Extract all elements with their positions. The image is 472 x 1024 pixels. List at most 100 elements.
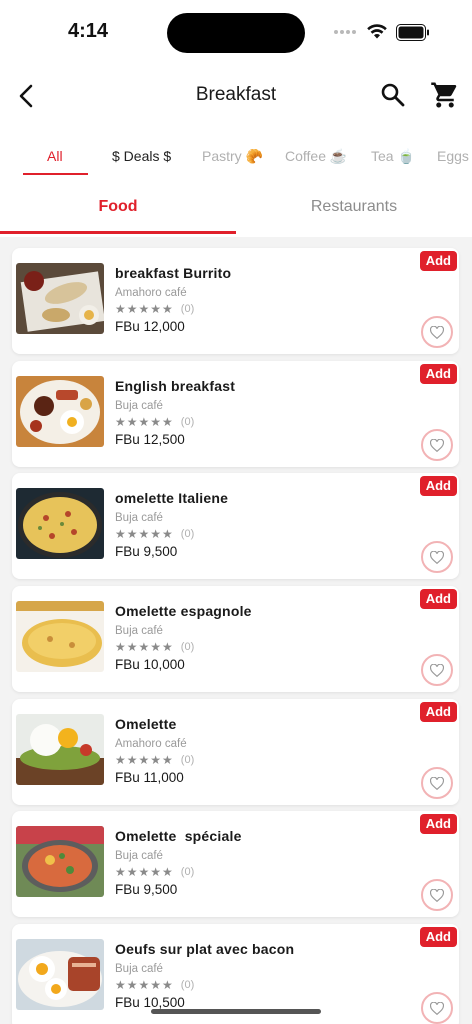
category-eggs[interactable]: Eggs (437, 148, 469, 164)
food-name: omelette Italiene (115, 490, 229, 506)
restaurant-name: Amahoro café (115, 287, 187, 299)
food-price: FBu 12,500 (115, 432, 185, 447)
rating: ★★★★★ (0) (115, 415, 194, 429)
category-filter-bar: All $ Deals $ Pastry 🥐 Coffee ☕ Tea 🍵 Eg… (0, 136, 472, 178)
food-card[interactable]: Omelette espagnole Buja café ★★★★★ (0) FB… (12, 586, 459, 692)
category-active-indicator (23, 173, 88, 175)
food-name: Omelette spéciale (115, 828, 242, 844)
rating-count: (0) (180, 866, 195, 878)
tab-food[interactable]: Food (0, 198, 236, 216)
food-name: breakfast Burrito (115, 265, 232, 281)
star-rating-icon: ★★★★★ (115, 640, 174, 654)
food-card[interactable]: breakfast Burrito Amahoro café ★★★★★ (0) … (12, 248, 459, 354)
star-rating-icon: ★★★★★ (115, 865, 174, 879)
heart-icon (430, 776, 444, 790)
heart-icon (430, 1001, 444, 1015)
rating-count: (0) (180, 528, 195, 540)
battery-icon (396, 24, 429, 41)
restaurant-name: Buja café (115, 512, 163, 524)
food-image (16, 939, 104, 1010)
restaurant-name: Buja café (115, 850, 163, 862)
restaurant-name: Amahoro café (115, 738, 187, 750)
food-card[interactable]: Omelette spéciale Buja café ★★★★★ (0) FBu… (12, 811, 459, 917)
star-rating-icon: ★★★★★ (115, 978, 174, 992)
category-all[interactable]: All (47, 148, 63, 164)
rating: ★★★★★ (0) (115, 753, 194, 767)
rating-count: (0) (180, 641, 195, 653)
restaurant-name: Buja café (115, 625, 163, 637)
favorite-button[interactable] (421, 879, 453, 911)
status-time: 4:14 (68, 20, 109, 42)
rating-count: (0) (180, 303, 195, 315)
favorite-button[interactable] (421, 429, 453, 461)
home-indicator[interactable] (151, 1009, 321, 1014)
favorite-button[interactable] (421, 316, 453, 348)
heart-icon (430, 438, 444, 452)
star-rating-icon: ★★★★★ (115, 527, 174, 541)
rating: ★★★★★ (0) (115, 302, 194, 316)
add-button[interactable]: Add (419, 814, 457, 834)
food-image (16, 488, 104, 559)
content-tabs: Food Restaurants (0, 184, 472, 236)
rating-count: (0) (180, 416, 195, 428)
food-price: FBu 9,500 (115, 544, 178, 559)
add-button[interactable]: Add (419, 702, 457, 722)
food-image (16, 601, 104, 672)
food-name: Omelette espagnole (115, 603, 252, 619)
dynamic-island (167, 13, 305, 53)
star-rating-icon: ★★★★★ (115, 415, 174, 429)
tab-restaurants[interactable]: Restaurants (236, 198, 472, 216)
cellular-signal-icon (334, 30, 356, 34)
food-image (16, 263, 104, 334)
add-button[interactable]: Add (419, 589, 457, 609)
add-button[interactable]: Add (419, 476, 457, 496)
category-pastry[interactable]: Pastry 🥐 (202, 148, 263, 165)
heart-icon (430, 888, 444, 902)
cart-button[interactable] (430, 80, 460, 110)
food-card[interactable]: English breakfast Buja café ★★★★★ (0) FBu… (12, 361, 459, 467)
food-price: FBu 12,000 (115, 319, 185, 334)
food-price: FBu 10,500 (115, 995, 185, 1010)
rating-count: (0) (180, 754, 195, 766)
food-name: Oeufs sur plat avec bacon (115, 941, 295, 957)
food-name: English breakfast (115, 378, 236, 394)
add-button[interactable]: Add (419, 927, 457, 947)
star-rating-icon: ★★★★★ (115, 753, 174, 767)
app-header: Breakfast (0, 62, 472, 130)
rating: ★★★★★ (0) (115, 865, 194, 879)
category-tea[interactable]: Tea 🍵 (371, 148, 415, 165)
heart-icon (430, 663, 444, 677)
rating: ★★★★★ (0) (115, 640, 194, 654)
restaurant-name: Buja café (115, 400, 163, 412)
category-deals[interactable]: $ Deals $ (112, 148, 171, 164)
food-card[interactable]: Omelette Amahoro café ★★★★★ (0) FBu 11,00… (12, 699, 459, 805)
restaurant-name: Buja café (115, 963, 163, 975)
category-coffee[interactable]: Coffee ☕ (285, 148, 347, 165)
food-name: Omelette (115, 716, 177, 732)
favorite-button[interactable] (421, 541, 453, 573)
food-card[interactable]: omelette Italiene Buja café ★★★★★ (0) FBu… (12, 473, 459, 579)
star-rating-icon: ★★★★★ (115, 302, 174, 316)
search-icon (381, 83, 405, 107)
food-image (16, 714, 104, 785)
food-image (16, 826, 104, 897)
heart-icon (430, 550, 444, 564)
favorite-button[interactable] (421, 992, 453, 1024)
rating: ★★★★★ (0) (115, 527, 194, 541)
rating-count: (0) (180, 979, 195, 991)
food-image (16, 376, 104, 447)
cart-icon (431, 82, 457, 108)
wifi-icon (367, 24, 387, 39)
heart-icon (430, 325, 444, 339)
tab-active-indicator (0, 231, 236, 234)
favorite-button[interactable] (421, 654, 453, 686)
rating: ★★★★★ (0) (115, 978, 194, 992)
status-bar: 4:14 (0, 0, 472, 62)
food-price: FBu 10,000 (115, 657, 185, 672)
food-price: FBu 9,500 (115, 882, 178, 897)
add-button[interactable]: Add (419, 364, 457, 384)
search-button[interactable] (379, 81, 407, 109)
add-button[interactable]: Add (419, 251, 457, 271)
food-price: FBu 11,000 (115, 770, 184, 785)
favorite-button[interactable] (421, 767, 453, 799)
